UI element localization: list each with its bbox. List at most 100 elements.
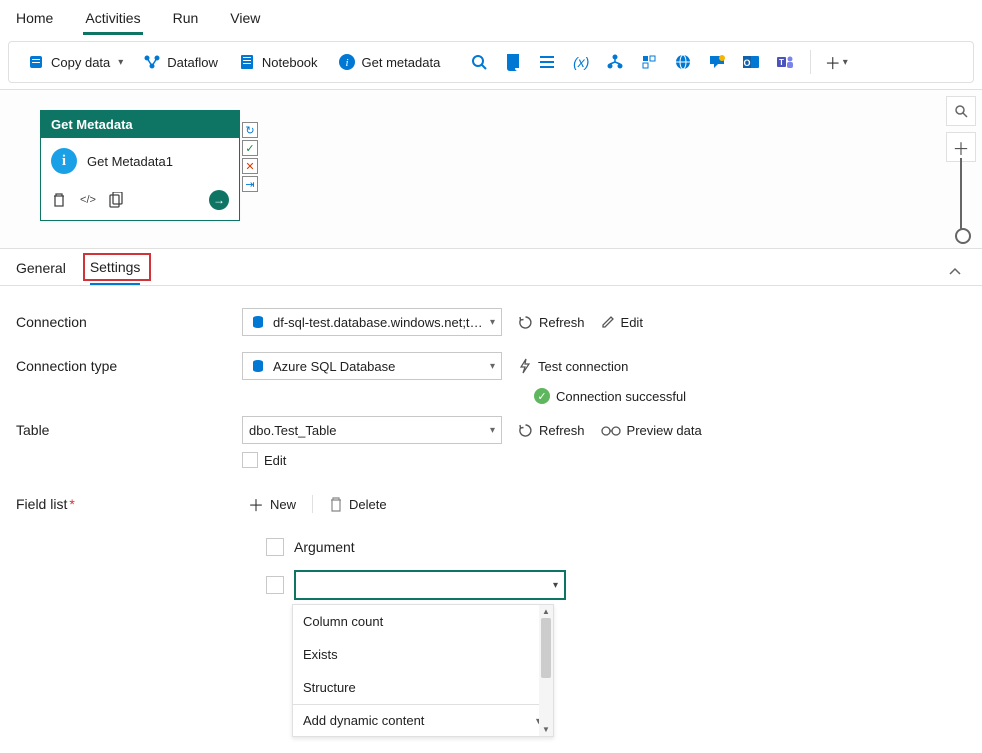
tab-home[interactable]: Home — [14, 6, 55, 35]
chevron-down-icon: ▾ — [118, 57, 123, 68]
chevron-down-icon: ▾ — [490, 361, 495, 372]
toolbar-divider — [810, 50, 811, 74]
hierarchy-icon[interactable] — [600, 48, 630, 76]
connector-badges: ↻ ✓ ✕ ⇥ — [242, 122, 258, 192]
preview-data-button[interactable]: Preview data — [601, 423, 702, 438]
align-icon[interactable] — [634, 48, 664, 76]
connection-type-value: Azure SQL Database — [273, 359, 484, 374]
toolbar-dataflow[interactable]: Dataflow — [135, 49, 226, 75]
tab-general[interactable]: General — [16, 260, 66, 284]
activity-card-footer: </> → — [41, 184, 239, 220]
row-connection-type: Connection type Azure SQL Database ▾ Tes… — [16, 346, 966, 386]
variable-icon[interactable]: (x) — [566, 48, 596, 76]
connection-status-text: Connection successful — [556, 389, 686, 404]
toolbar-get-metadata[interactable]: i Get metadata — [330, 49, 449, 75]
database-icon — [27, 53, 45, 71]
tab-activities[interactable]: Activities — [83, 6, 142, 35]
tab-run[interactable]: Run — [171, 6, 201, 35]
toolbar-copy-data[interactable]: Copy data ▾ — [19, 49, 131, 75]
dropdown-scrollbar[interactable]: ▲ ▼ — [539, 605, 553, 736]
connection-label: Connection — [16, 314, 226, 330]
notebook-icon — [238, 53, 256, 71]
delete-button[interactable]: Delete — [323, 495, 393, 514]
activity-card-get-metadata[interactable]: Get Metadata i Get Metadata1 </> → — [40, 110, 240, 221]
toolbar-notebook-label: Notebook — [262, 55, 318, 70]
add-dynamic-content[interactable]: Add dynamic content ▼ — [293, 704, 553, 736]
select-all-checkbox[interactable] — [266, 538, 284, 556]
new-button[interactable]: ＋ New — [242, 490, 302, 518]
field-list-label: Field list* — [16, 496, 226, 512]
connector-fail-icon[interactable]: ✕ — [242, 158, 258, 174]
trash-icon — [329, 497, 343, 512]
dataflow-icon — [143, 53, 161, 71]
edit-button[interactable]: Edit — [601, 315, 643, 330]
connector-skip-icon[interactable]: ⇥ — [242, 176, 258, 192]
connection-status: ✓ Connection successful — [534, 386, 966, 410]
list-icon[interactable] — [532, 48, 562, 76]
row-field-list: Field list* ＋ New Delete — [16, 484, 966, 524]
toolbar-notebook[interactable]: Notebook — [230, 49, 326, 75]
top-tab-bar: Home Activities Run View — [0, 0, 982, 35]
refresh-icon — [518, 315, 533, 330]
outlook-icon[interactable]: O — [736, 48, 766, 76]
activity-card-body: i Get Metadata1 — [41, 138, 239, 184]
script-icon[interactable] — [498, 48, 528, 76]
settings-form: Connection df-sql-test.database.windows.… — [0, 285, 982, 753]
run-icon[interactable]: → — [209, 190, 229, 210]
edit-checkbox-label: Edit — [264, 453, 286, 468]
add-button[interactable]: ＋▾ — [821, 48, 851, 76]
chevron-down-icon: ▾ — [843, 57, 848, 68]
table-dropdown[interactable]: dbo.Test_Table ▾ — [242, 416, 502, 444]
chevron-down-icon: ▾ — [490, 425, 495, 436]
toolbar-copy-data-label: Copy data — [51, 55, 110, 70]
delete-label: Delete — [349, 497, 387, 512]
scrollbar-thumb[interactable] — [541, 618, 551, 678]
connection-type-label: Connection type — [16, 358, 226, 374]
connector-success-icon[interactable]: ✓ — [242, 140, 258, 156]
new-label: New — [270, 497, 296, 512]
property-tab-bar: General Settings — [0, 249, 982, 285]
database-icon — [249, 357, 267, 375]
connector-refresh-icon[interactable]: ↻ — [242, 122, 258, 138]
table-refresh-button[interactable]: Refresh — [518, 423, 585, 438]
canvas-timeline[interactable] — [960, 158, 962, 238]
pencil-icon — [601, 315, 615, 329]
argument-table: Argument ▾ — [266, 534, 566, 600]
argument-dropdown-list: Column count Exists Structure Add dynami… — [292, 604, 554, 737]
teams-icon[interactable]: T — [770, 48, 800, 76]
glasses-icon — [601, 424, 621, 436]
canvas-search-icon[interactable] — [946, 96, 976, 126]
activity-name: Get Metadata1 — [87, 154, 173, 169]
row-table: Table dbo.Test_Table ▾ Refresh Preview d… — [16, 410, 966, 450]
connection-type-dropdown[interactable]: Azure SQL Database ▾ — [242, 352, 502, 380]
row-checkbox[interactable] — [266, 576, 284, 594]
delete-icon[interactable] — [51, 192, 67, 208]
info-icon: i — [338, 53, 356, 71]
connection-dropdown[interactable]: df-sql-test.database.windows.net;tes… ▾ — [242, 308, 502, 336]
copy-icon[interactable] — [109, 192, 123, 208]
dropdown-option[interactable]: Column count — [293, 605, 553, 638]
collapse-panel-icon[interactable] — [948, 265, 966, 279]
search-icon[interactable] — [464, 48, 494, 76]
argument-column-header: Argument — [294, 539, 355, 555]
test-connection-button[interactable]: Test connection — [518, 358, 628, 374]
web-icon[interactable] — [668, 48, 698, 76]
table-label: Table — [16, 422, 226, 438]
edit-label: Edit — [621, 315, 643, 330]
lightning-icon — [518, 358, 532, 374]
pipeline-canvas[interactable]: Get Metadata i Get Metadata1 </> → ↻ ✓ ✕… — [0, 89, 982, 249]
tab-settings[interactable]: Settings — [90, 259, 141, 285]
dropdown-option[interactable]: Structure — [293, 671, 553, 704]
toolbar-dataflow-label: Dataflow — [167, 55, 218, 70]
code-icon[interactable]: </> — [79, 192, 97, 208]
argument-dropdown[interactable]: ▾ — [294, 570, 566, 600]
refresh-button[interactable]: Refresh — [518, 315, 585, 330]
chevron-down-icon: ▾ — [553, 580, 558, 591]
plus-icon: ＋ — [248, 492, 264, 516]
tab-view[interactable]: View — [228, 6, 262, 35]
edit-checkbox[interactable] — [242, 452, 258, 468]
toolbar: Copy data ▾ Dataflow Notebook i Get meta… — [8, 41, 974, 83]
button-divider — [312, 495, 313, 513]
chat-icon[interactable] — [702, 48, 732, 76]
dropdown-option[interactable]: Exists — [293, 638, 553, 671]
